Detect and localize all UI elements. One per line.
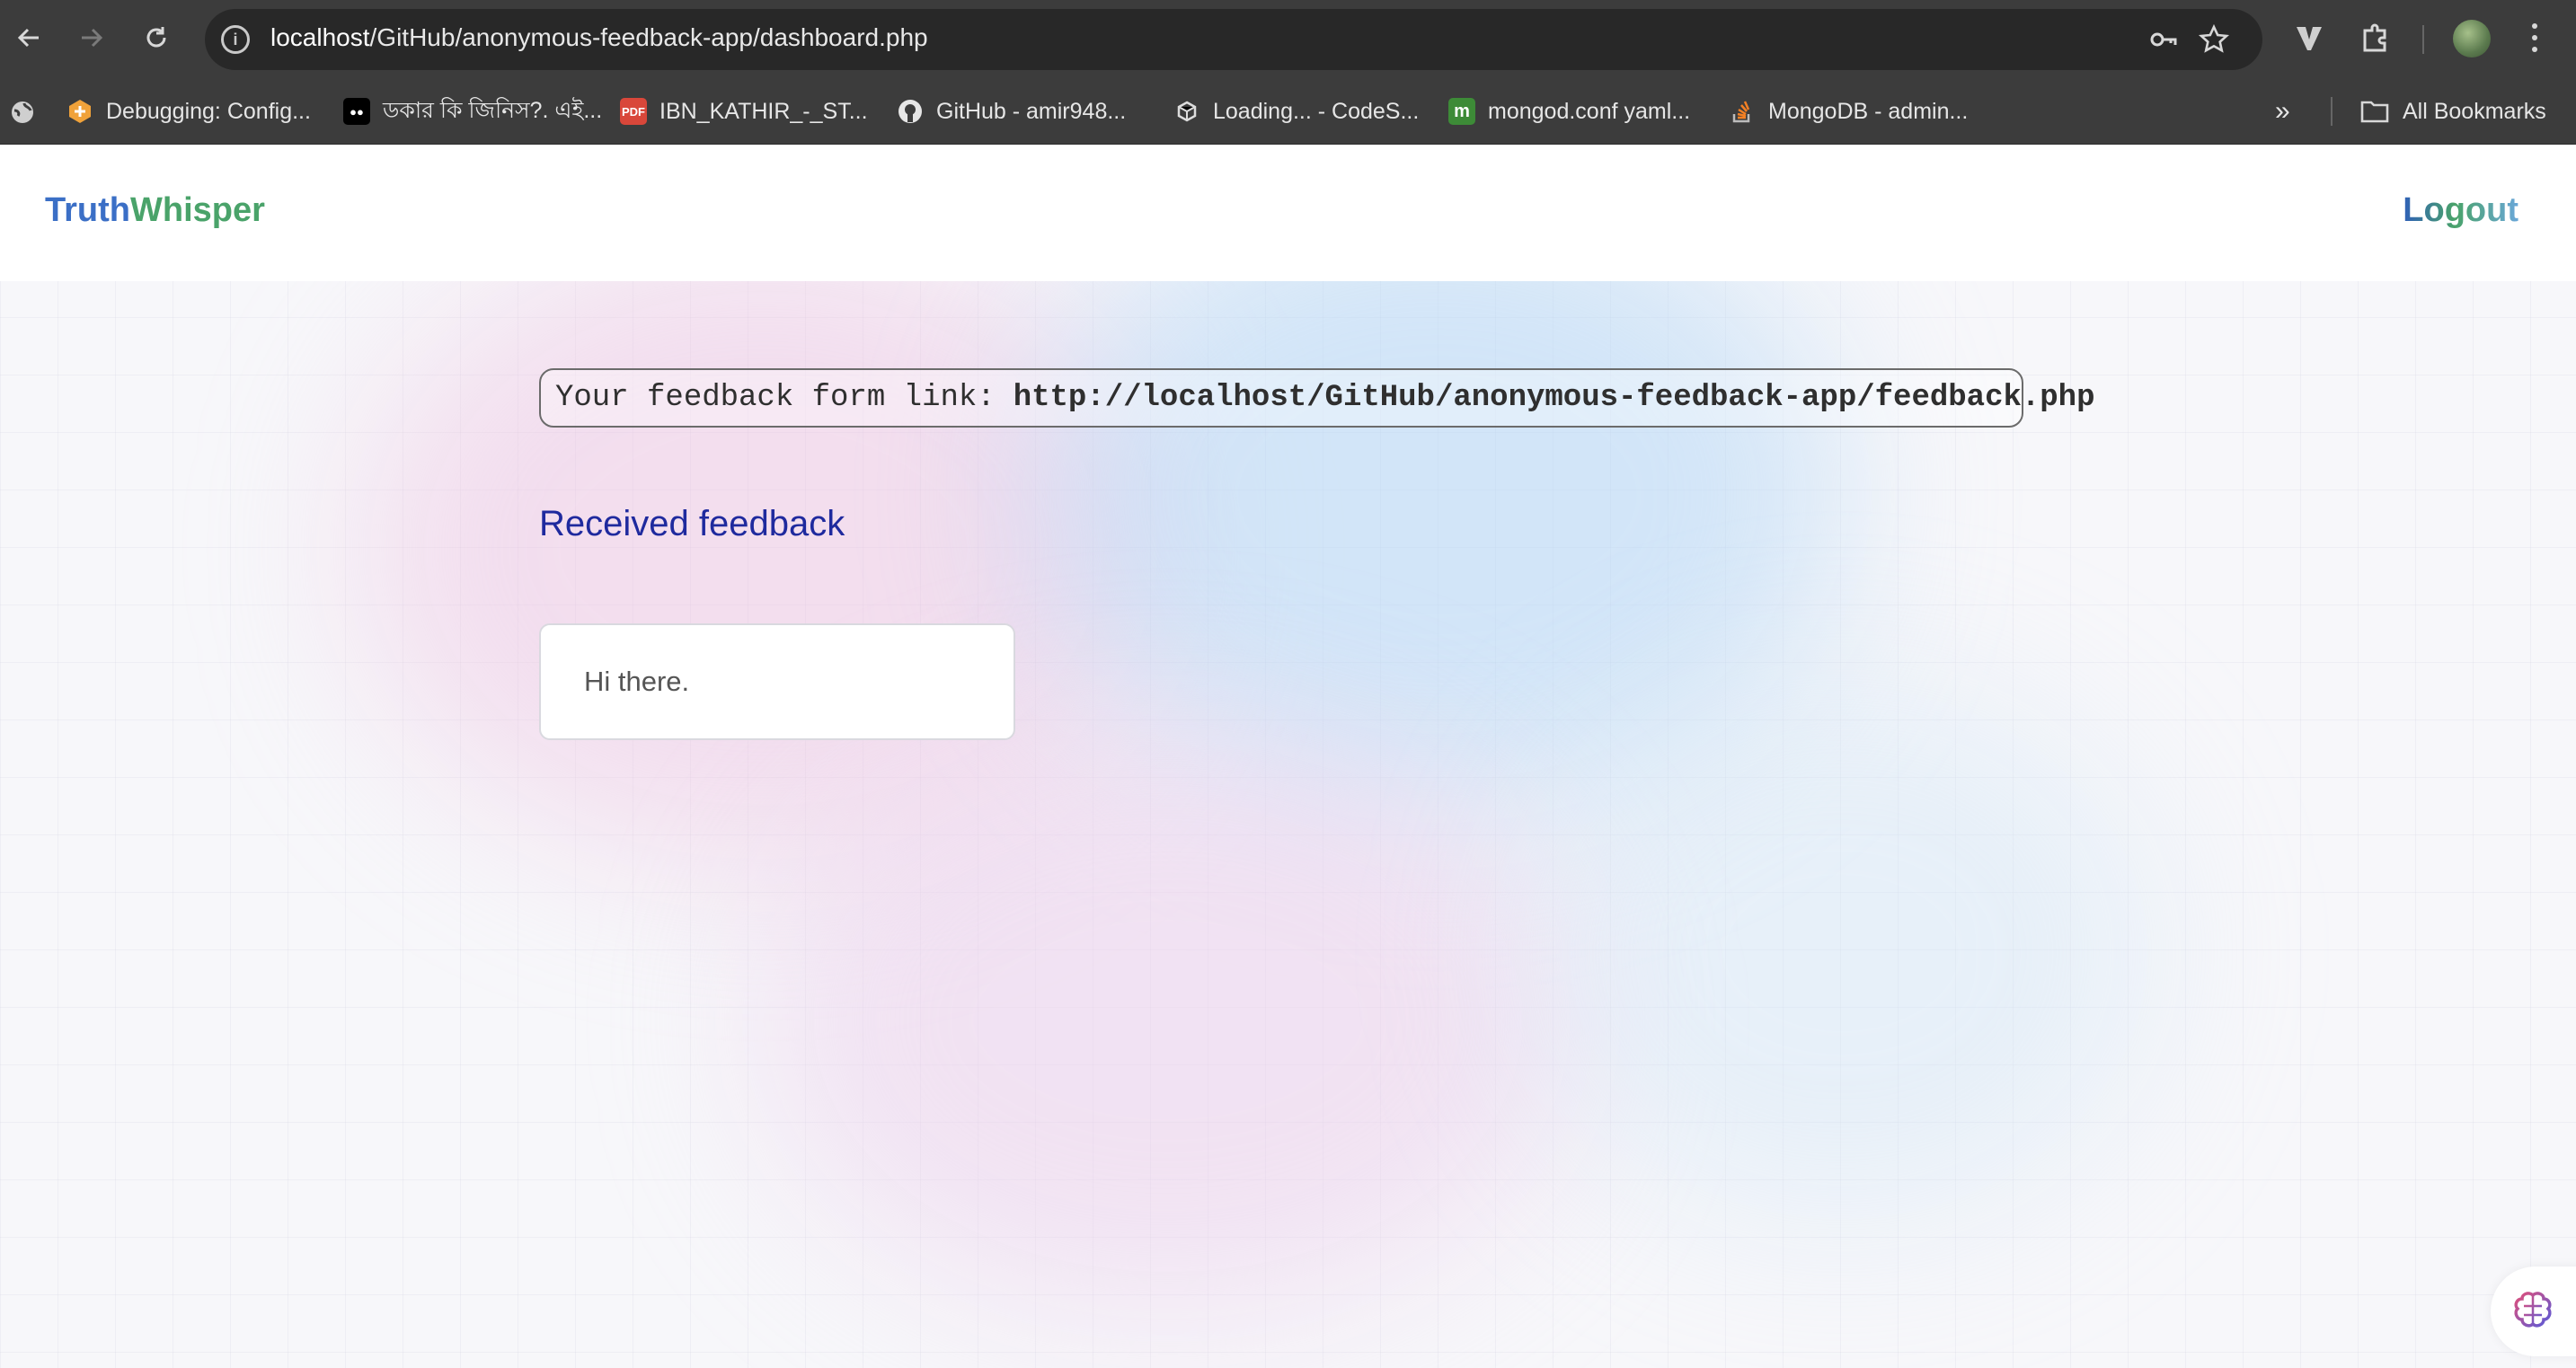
pdf-icon: PDF xyxy=(620,98,647,125)
background-glow xyxy=(1527,684,2156,1222)
codesandbox-icon xyxy=(1173,98,1200,125)
bookmark-item[interactable]: GitHub - amir948... xyxy=(897,79,1126,144)
folder-icon xyxy=(2360,101,2389,123)
back-arrow-icon[interactable] xyxy=(11,20,47,56)
forward-arrow-icon[interactable] xyxy=(74,20,110,56)
bookmark-item[interactable]: Debugging: Config... xyxy=(66,79,311,144)
page-viewport: TruthWhisper Logout Your feedback form l… xyxy=(0,145,2576,1368)
bookmark-label: Loading... - CodeS... xyxy=(1213,98,1420,124)
feedback-text: Hi there. xyxy=(584,666,690,697)
extension-v-icon[interactable] xyxy=(2291,20,2327,56)
browser-menu-icon[interactable] xyxy=(2530,23,2539,54)
extensions-puzzle-icon[interactable] xyxy=(2358,20,2394,56)
m-icon: m xyxy=(1448,98,1475,125)
logout-button[interactable]: Logout xyxy=(2403,191,2518,230)
bookmark-label: MongoDB - admin... xyxy=(1768,98,1969,124)
app-navbar: TruthWhisper Logout xyxy=(0,145,2576,281)
address-bar[interactable]: i localhost/GitHub/anonymous-feedback-ap… xyxy=(205,9,2262,70)
hexagon-icon xyxy=(66,98,93,125)
assistant-widget-button[interactable] xyxy=(2491,1267,2576,1356)
feedback-link-box: Your feedback form link: http://localhos… xyxy=(539,368,2094,428)
background-glow xyxy=(764,728,1572,1312)
received-feedback-heading: Received feedback xyxy=(539,504,845,543)
feedback-link-label: Your feedback form link: xyxy=(555,381,996,415)
address-url[interactable]: localhost/GitHub/anonymous-feedback-app/… xyxy=(270,23,928,52)
profile-avatar[interactable] xyxy=(2453,20,2491,57)
bookmarks-divider xyxy=(2331,97,2333,126)
bookmark-label: GitHub - amir948... xyxy=(936,98,1127,124)
brand-logo[interactable]: TruthWhisper xyxy=(45,191,265,230)
globe-icon[interactable] xyxy=(9,99,36,126)
feedback-link-url[interactable]: http://localhost/GitHub/anonymous-feedba… xyxy=(1014,381,2095,415)
bookmark-item[interactable]: Loading... - CodeS... xyxy=(1173,79,1419,144)
brand-part-2: Whisper xyxy=(129,191,265,229)
bookmark-star-icon[interactable] xyxy=(2198,23,2230,56)
bookmarks-bar: Debugging: Config... ●● ডকার কি জিনিস?. … xyxy=(0,79,2576,145)
medium-icon: ●● xyxy=(343,98,370,125)
bookmark-label: Debugging: Config... xyxy=(106,98,311,124)
password-key-icon[interactable] xyxy=(2147,23,2180,56)
toolbar-divider xyxy=(2422,25,2424,54)
more-bookmarks-chevron-icon[interactable]: » xyxy=(2275,79,2290,144)
brand-part-1: Truth xyxy=(45,191,130,229)
bookmark-label: IBN_KATHIR_-_ST... xyxy=(659,98,868,124)
reload-icon[interactable] xyxy=(138,20,174,56)
brain-icon xyxy=(2514,1292,2552,1328)
bookmark-label: ডকার কি জিনিস?. এই... xyxy=(383,97,603,123)
feedback-card: Hi there. xyxy=(539,623,1015,740)
all-bookmarks-label: All Bookmarks xyxy=(2403,98,2546,124)
browser-toolbar: i localhost/GitHub/anonymous-feedback-ap… xyxy=(0,0,2576,79)
bookmark-label: mongod.conf yaml... xyxy=(1488,98,1691,124)
all-bookmarks-button[interactable]: All Bookmarks xyxy=(2359,79,2546,144)
bookmark-item[interactable]: ●● ডকার কি জিনিস?. এই... xyxy=(343,79,602,144)
github-icon xyxy=(897,98,924,125)
bookmark-item[interactable]: m mongod.conf yaml... xyxy=(1448,79,1690,144)
bookmark-item[interactable]: PDF IBN_KATHIR_-_ST... xyxy=(620,79,868,144)
site-info-icon[interactable]: i xyxy=(221,25,250,54)
bookmark-item[interactable]: MongoDB - admin... xyxy=(1729,79,1968,144)
stackoverflow-icon xyxy=(1729,98,1756,125)
